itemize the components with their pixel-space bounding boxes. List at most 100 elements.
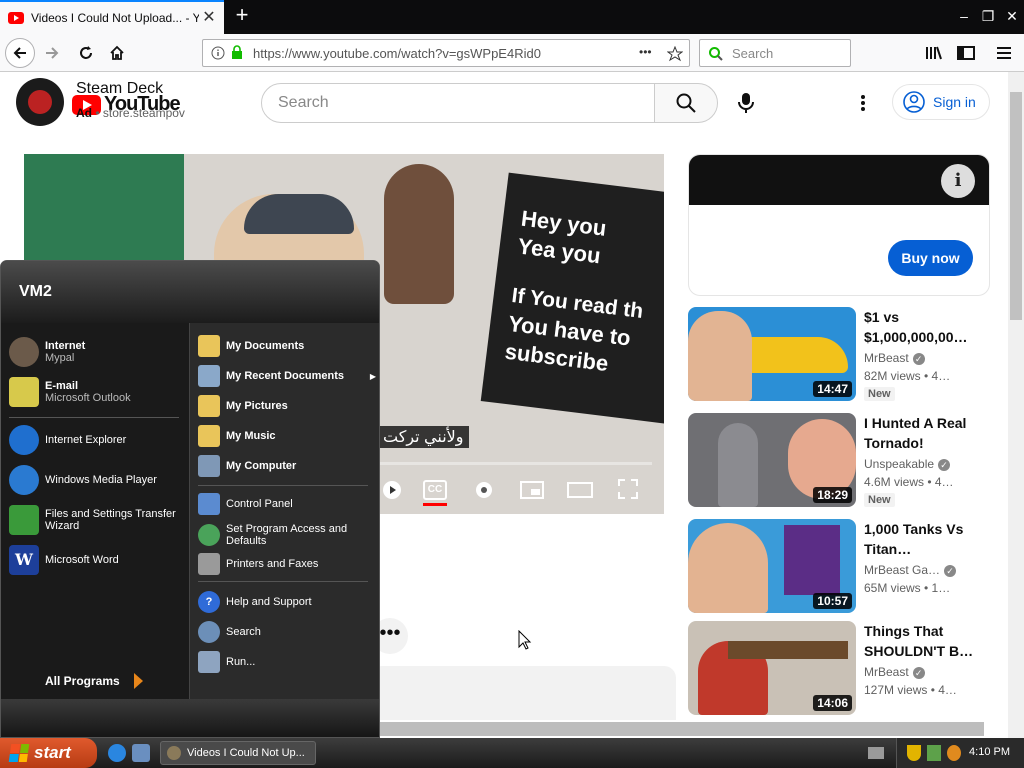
back-button[interactable]	[5, 38, 35, 68]
start-item-word[interactable]: W Microsoft Word	[9, 545, 119, 575]
all-programs-label: All Programs	[45, 674, 120, 688]
word-icon: W	[9, 545, 39, 575]
start-item-internet-explorer[interactable]: Internet Explorer	[9, 425, 126, 455]
start-item-label: My Documents	[226, 340, 305, 352]
start-item-label: Set Program Access and Defaults	[226, 523, 348, 547]
minimize-button[interactable]: –	[954, 6, 974, 26]
media-player-icon	[9, 465, 39, 495]
home-icon	[110, 45, 124, 60]
start-item-media-player[interactable]: Windows Media Player	[9, 465, 157, 495]
restore-button[interactable]: ❐	[978, 6, 998, 26]
fullscreen-icon[interactable]	[618, 479, 638, 499]
ad-info-button[interactable]: i	[941, 164, 975, 198]
network-icon[interactable]	[927, 745, 941, 761]
start-item-run[interactable]: Run...	[198, 651, 255, 673]
folder-icon	[198, 395, 220, 417]
video-thumbnail[interactable]: 18:29	[688, 413, 856, 507]
yt-search-input[interactable]: Search	[261, 83, 655, 123]
taskbar-window-button[interactable]: Videos I Could Not Up...	[160, 741, 316, 765]
scrollbar-thumb[interactable]	[1010, 92, 1022, 320]
page-actions-button[interactable]: •••	[639, 45, 652, 59]
video-duration: 14:47	[813, 381, 852, 397]
video-thumbnail[interactable]: 10:57	[688, 519, 856, 613]
start-item-search[interactable]: Search	[198, 621, 261, 643]
star-icon[interactable]	[667, 46, 683, 62]
tab-close-button[interactable]: ✕	[200, 9, 218, 27]
video-title[interactable]: I Hunted A Real Tornado!	[864, 413, 974, 453]
verified-check-icon: ✓	[944, 564, 957, 577]
video-title[interactable]: Things That SHOULDN'T B…	[864, 621, 974, 661]
start-item-help[interactable]: ? Help and Support	[198, 591, 312, 613]
forward-button[interactable]	[38, 39, 66, 67]
internet-explorer-icon[interactable]	[108, 744, 126, 762]
url-text: https://www.youtube.com/watch?v=gsWPpE4R…	[253, 45, 541, 61]
start-item-email[interactable]: E-mail Microsoft Outlook	[9, 377, 131, 407]
start-item-title: E-mail	[45, 380, 79, 392]
video-thumbnail[interactable]: 14:06	[688, 621, 856, 715]
search-icon	[198, 621, 220, 643]
all-programs-button[interactable]: All Programs	[45, 673, 143, 689]
help-icon: ?	[198, 591, 220, 613]
video-title[interactable]: 1,000 Tanks Vs Titan…	[864, 519, 974, 559]
search-tray-icon[interactable]	[947, 745, 961, 761]
video-thumbnail[interactable]: 14:47	[688, 307, 856, 401]
reload-button[interactable]	[72, 39, 100, 67]
horizontal-scrollbar[interactable]	[380, 722, 984, 736]
ad-title[interactable]: Steam Deck	[76, 80, 163, 98]
verified-check-icon: ✓	[938, 458, 951, 471]
menu-button[interactable]	[990, 39, 1018, 67]
taskbar-window-label: Videos I Could Not Up...	[187, 747, 305, 759]
settings-gear-icon[interactable]	[473, 479, 495, 501]
theater-mode-icon[interactable]	[567, 481, 593, 499]
browser-search-bar[interactable]: Search	[699, 39, 851, 67]
vertical-scrollbar[interactable]	[1008, 72, 1024, 740]
recent-documents-icon	[198, 365, 220, 387]
start-button[interactable]: start	[0, 738, 97, 768]
close-window-button[interactable]: ✕	[1002, 6, 1022, 26]
start-item-transfer-wizard[interactable]: Files and Settings Transfer Wizard	[9, 505, 179, 535]
miniplayer-icon[interactable]	[520, 481, 544, 499]
more-vertical-icon[interactable]	[860, 94, 866, 112]
start-item-my-music[interactable]: My Music	[198, 425, 276, 447]
start-item-label: My Computer	[226, 460, 297, 472]
run-icon	[198, 651, 220, 673]
keyboard-icon[interactable]	[868, 747, 884, 759]
start-item-my-pictures[interactable]: My Pictures	[198, 395, 288, 417]
start-item-printers[interactable]: Printers and Faxes	[198, 553, 318, 575]
yt-search-button[interactable]	[654, 83, 718, 123]
printer-icon	[198, 553, 220, 575]
tab-youtube[interactable]: Videos I Could Not Upload... - You ✕	[0, 0, 224, 34]
security-shield-icon[interactable]	[907, 745, 921, 761]
recommendation-item[interactable]: 14:06 Things That SHOULDN'T B… MrBeast ✓ …	[688, 621, 990, 715]
channel-name[interactable]: MrBeast ✓	[864, 351, 925, 365]
start-item-my-documents[interactable]: My Documents	[198, 335, 304, 357]
captions-button[interactable]: CC	[423, 480, 447, 500]
start-item-recent-documents[interactable]: My Recent Documents ▶	[198, 365, 376, 387]
channel-name[interactable]: MrBeast ✓	[864, 665, 925, 679]
home-button[interactable]	[103, 39, 131, 67]
start-item-my-computer[interactable]: My Computer	[198, 455, 296, 477]
channel-name[interactable]: MrBeast Ga… ✓	[864, 563, 957, 577]
show-desktop-icon[interactable]	[132, 744, 150, 762]
recommendation-item[interactable]: 18:29 I Hunted A Real Tornado! Unspeakab…	[688, 413, 990, 507]
new-tab-button[interactable]: +	[230, 4, 254, 28]
microphone-icon[interactable]	[738, 92, 754, 114]
start-item-internet[interactable]: Internet Mypal	[9, 337, 85, 367]
start-item-program-access[interactable]: Set Program Access and Defaults	[198, 523, 358, 547]
recommendation-item[interactable]: 10:57 1,000 Tanks Vs Titan… MrBeast Ga… ✓…	[688, 519, 990, 613]
video-title[interactable]: $1 vs $1,000,000,00…	[864, 307, 974, 347]
buy-now-button[interactable]: Buy now	[888, 240, 973, 276]
start-item-control-panel[interactable]: Control Panel	[198, 493, 293, 515]
start-menu: VM2 Internet Mypal E-mail Microsoft Outloo…	[0, 260, 380, 738]
recommendation-item[interactable]: 14:47 $1 vs $1,000,000,00… MrBeast ✓ 82M …	[688, 307, 990, 401]
lock-icon	[232, 45, 242, 59]
autoplay-toggle-icon[interactable]	[382, 480, 402, 500]
channel-name[interactable]: Unspeakable ✓	[864, 457, 951, 471]
url-bar[interactable]: https://www.youtube.com/watch?v=gsWPpE4R…	[202, 39, 690, 67]
start-item-label: Printers and Faxes	[226, 558, 319, 570]
sign-in-button[interactable]: Sign in	[892, 84, 990, 120]
library-button[interactable]	[920, 39, 948, 67]
info-icon[interactable]	[211, 46, 225, 60]
sidebar-button[interactable]	[952, 39, 980, 67]
video-description-box[interactable]	[370, 666, 676, 720]
